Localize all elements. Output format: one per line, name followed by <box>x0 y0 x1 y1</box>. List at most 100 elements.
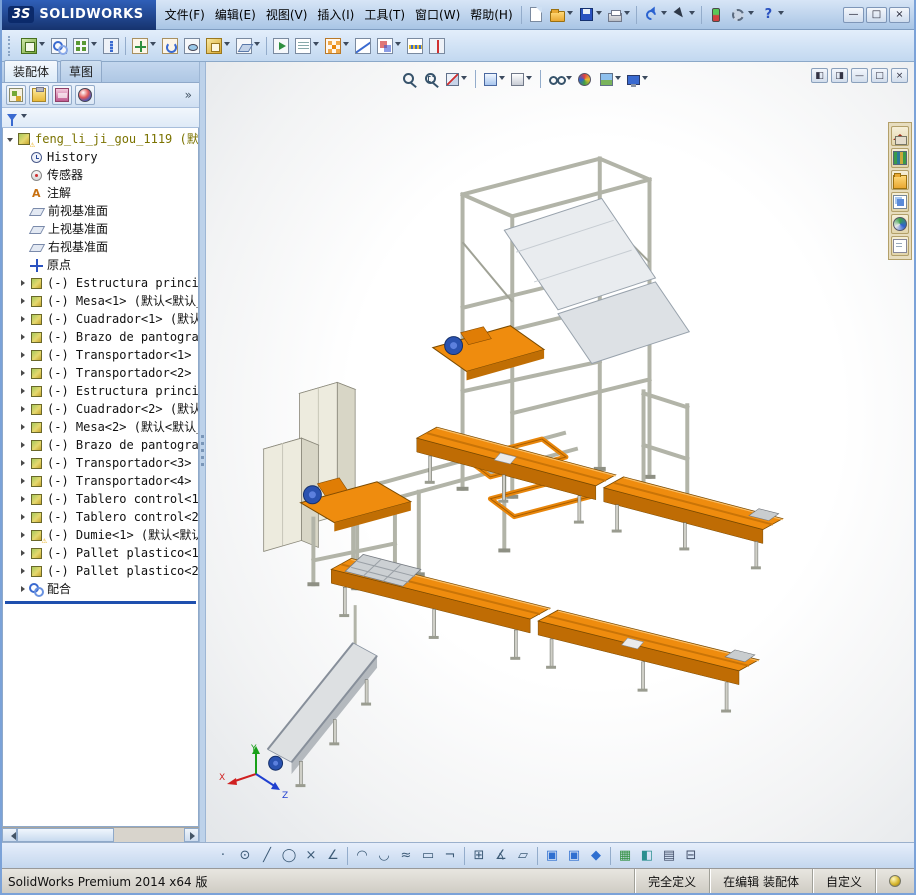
options-button[interactable] <box>727 3 757 27</box>
menu-item[interactable]: 插入(I) <box>312 2 359 27</box>
tab-assembly[interactable]: 装配体 <box>4 60 58 82</box>
tree-annotations[interactable]: 注解 <box>3 184 198 202</box>
linear-sketch-pattern-tool[interactable]: ⊞ <box>468 846 490 866</box>
expander-icon[interactable] <box>19 513 28 522</box>
tree-origin[interactable]: 原点 <box>3 256 198 274</box>
panel-horizontal-scrollbar[interactable] <box>2 827 199 842</box>
measure-button[interactable] <box>404 34 426 58</box>
expander-icon[interactable] <box>19 261 28 270</box>
isometric-view-tool[interactable]: ◆ <box>585 846 607 866</box>
interference-detection-button[interactable] <box>374 34 404 58</box>
section-tool[interactable]: ◧ <box>636 846 658 866</box>
tree-item[interactable]: (-) Pallet plastico<2> (默 <box>3 562 198 580</box>
tree-item[interactable]: (-) Transportador<1> (默认 <box>3 346 198 364</box>
expander-icon[interactable] <box>19 477 28 486</box>
menu-item[interactable]: 帮助(H) <box>465 2 517 27</box>
zoom-to-area-button[interactable] <box>421 68 443 90</box>
tree-front-plane[interactable]: 前视基准面 <box>3 202 198 220</box>
exploded-view-button[interactable] <box>322 34 352 58</box>
menu-item[interactable]: 文件(F) <box>160 2 210 27</box>
comment-tool[interactable]: ⊟ <box>680 846 702 866</box>
point-tool[interactable]: × <box>300 846 322 866</box>
menu-item[interactable]: 视图(V) <box>261 2 313 27</box>
assembly-features-button[interactable] <box>203 34 233 58</box>
expander-icon[interactable] <box>19 315 28 324</box>
select-button[interactable] <box>670 3 698 27</box>
appearances-scenes-tab[interactable] <box>891 214 909 234</box>
expander-icon[interactable] <box>19 405 28 414</box>
expander-icon[interactable] <box>19 153 28 162</box>
edit-appearance-button[interactable] <box>575 68 597 90</box>
open-button[interactable] <box>547 3 576 27</box>
mate-button[interactable] <box>48 34 70 58</box>
expander-icon[interactable] <box>19 567 28 576</box>
display-style-button[interactable] <box>508 68 535 90</box>
view-orientation-tool[interactable]: ▣ <box>541 846 563 866</box>
expander-icon[interactable] <box>19 279 28 288</box>
tree-item[interactable]: (-) Brazo de pantografo<1 <box>3 328 198 346</box>
trim-entities-tool[interactable]: ¬ <box>439 846 461 866</box>
panel-splitter[interactable] <box>199 62 206 842</box>
document-close-button[interactable]: × <box>891 68 908 83</box>
transportador-1[interactable] <box>417 427 616 523</box>
zoom-to-fit-button[interactable] <box>399 68 421 90</box>
undo-button[interactable] <box>640 3 670 27</box>
expander-icon[interactable] <box>19 351 28 360</box>
tree-sensors[interactable]: 传感器 <box>3 166 198 184</box>
configurationmanager-tab[interactable] <box>52 85 72 105</box>
rollback-bar[interactable] <box>5 601 196 604</box>
tree-item[interactable]: (-) Estructura principal< <box>3 382 198 400</box>
expander-icon[interactable] <box>19 207 28 216</box>
line-tool[interactable]: ╱ <box>256 846 278 866</box>
tree-item[interactable]: (-) Mesa<2> (默认<默认_显 <box>3 418 198 436</box>
rebuild-button[interactable] <box>705 3 727 27</box>
filter-icon[interactable] <box>7 114 17 126</box>
expander-icon[interactable] <box>19 549 28 558</box>
new-document-button[interactable] <box>525 3 547 27</box>
manager-overflow-chevron[interactable]: » <box>182 88 195 102</box>
exploded-view-tool[interactable]: ▦ <box>614 846 636 866</box>
tree-mates[interactable]: 配合 <box>3 580 198 598</box>
pane-split-left-button[interactable]: ◧ <box>811 68 828 83</box>
expander-icon[interactable] <box>19 243 28 252</box>
tree-item[interactable]: (-) Tablero control<1> (默 <box>3 490 198 508</box>
expander-icon[interactable] <box>19 459 28 468</box>
tree-item[interactable]: (-) Transportador<4> (默认 <box>3 472 198 490</box>
document-minimize-button[interactable]: — <box>851 68 868 83</box>
design-table-tool[interactable]: ▤ <box>658 846 680 866</box>
scroll-thumb[interactable] <box>17 828 114 842</box>
insert-components-button[interactable] <box>18 34 48 58</box>
section-view-button[interactable] <box>426 34 448 58</box>
design-library-tab[interactable] <box>891 148 909 168</box>
file-explorer-tab[interactable] <box>891 170 909 190</box>
transportador-4[interactable] <box>538 610 759 712</box>
quick-tips-icon[interactable] <box>889 875 901 887</box>
transportador-2[interactable] <box>604 477 783 569</box>
scroll-track[interactable] <box>17 828 184 842</box>
minimize-button[interactable]: — <box>843 7 864 23</box>
expander-icon[interactable] <box>19 531 28 540</box>
circle-tool[interactable]: ◯ <box>278 846 300 866</box>
expander-icon[interactable] <box>19 369 28 378</box>
tree-item[interactable]: (-) Cuadrador<1> (默认<默 <box>3 310 198 328</box>
graphics-area[interactable]: ◧◨—□× X Y Z <box>206 62 914 842</box>
expander-icon[interactable] <box>19 441 28 450</box>
tree-item[interactable]: (-) Brazo de pantografo<2 <box>3 436 198 454</box>
move-component-button[interactable] <box>129 34 159 58</box>
tree-item[interactable]: (-) Transportador<2> (默认 <box>3 364 198 382</box>
tree-item[interactable]: (-) Tablero control<2> (默 <box>3 508 198 526</box>
tree-item[interactable]: (-) Transportador<3> (默认 <box>3 454 198 472</box>
custom-properties-tab[interactable] <box>891 236 909 256</box>
chevron-down-icon[interactable] <box>21 114 27 121</box>
tree-item[interactable]: (-) Cuadrador<2> (默认<默 <box>3 400 198 418</box>
toolbar-grip[interactable] <box>8 36 12 56</box>
expander-icon[interactable] <box>19 225 28 234</box>
hide-show-items-button[interactable] <box>546 68 575 90</box>
tree-item[interactable]: (-) Dumie<1> (默认<默认 <box>3 526 198 544</box>
save-button[interactable] <box>576 3 605 27</box>
expander-icon[interactable] <box>19 171 28 180</box>
explode-line-sketch-button[interactable] <box>352 34 374 58</box>
scroll-right-button[interactable] <box>184 828 199 842</box>
pane-split-right-button[interactable]: ◨ <box>831 68 848 83</box>
tree-top-plane[interactable]: 上视基准面 <box>3 220 198 238</box>
